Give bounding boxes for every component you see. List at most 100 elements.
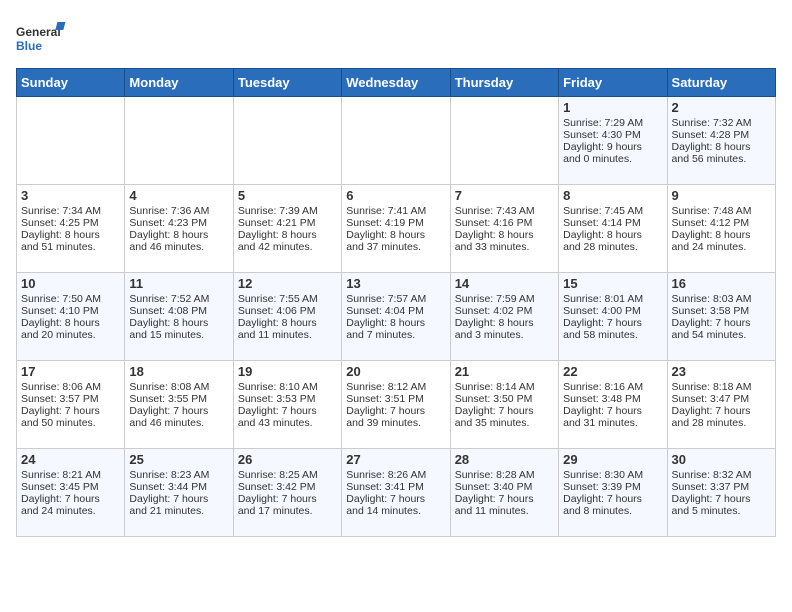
day-info-line: Sunrise: 7:29 AM	[563, 117, 662, 129]
calendar-cell: 3Sunrise: 7:34 AMSunset: 4:25 PMDaylight…	[17, 185, 125, 273]
day-number: 7	[455, 188, 554, 203]
day-info-line: Sunrise: 8:18 AM	[672, 381, 771, 393]
day-info-line: and 5 minutes.	[672, 505, 771, 517]
day-number: 8	[563, 188, 662, 203]
day-info-line: Sunrise: 7:52 AM	[129, 293, 228, 305]
day-info-line: Daylight: 8 hours	[346, 229, 445, 241]
day-number: 20	[346, 364, 445, 379]
day-info-line: and 21 minutes.	[129, 505, 228, 517]
col-header-wednesday: Wednesday	[342, 69, 450, 97]
calendar-cell: 8Sunrise: 7:45 AMSunset: 4:14 PMDaylight…	[559, 185, 667, 273]
day-info-line: Sunset: 3:44 PM	[129, 481, 228, 493]
day-info-line: Sunset: 4:30 PM	[563, 129, 662, 141]
day-info-line: Sunset: 4:10 PM	[21, 305, 120, 317]
calendar-cell: 12Sunrise: 7:55 AMSunset: 4:06 PMDayligh…	[233, 273, 341, 361]
day-info-line: Daylight: 7 hours	[563, 317, 662, 329]
calendar-cell: 29Sunrise: 8:30 AMSunset: 3:39 PMDayligh…	[559, 449, 667, 537]
calendar-week-row: 10Sunrise: 7:50 AMSunset: 4:10 PMDayligh…	[17, 273, 776, 361]
day-info-line: Sunrise: 7:48 AM	[672, 205, 771, 217]
day-number: 24	[21, 452, 120, 467]
calendar-week-row: 17Sunrise: 8:06 AMSunset: 3:57 PMDayligh…	[17, 361, 776, 449]
day-info-line: Sunset: 3:55 PM	[129, 393, 228, 405]
day-info-line: Sunset: 4:25 PM	[21, 217, 120, 229]
day-info-line: Daylight: 7 hours	[346, 493, 445, 505]
calendar-cell: 28Sunrise: 8:28 AMSunset: 3:40 PMDayligh…	[450, 449, 558, 537]
calendar-cell	[17, 97, 125, 185]
day-info-line: Daylight: 7 hours	[238, 405, 337, 417]
day-info-line: Daylight: 7 hours	[238, 493, 337, 505]
day-info-line: Sunrise: 8:06 AM	[21, 381, 120, 393]
day-number: 22	[563, 364, 662, 379]
day-info-line: Daylight: 8 hours	[563, 229, 662, 241]
day-info-line: Daylight: 7 hours	[455, 405, 554, 417]
day-number: 21	[455, 364, 554, 379]
calendar-cell: 17Sunrise: 8:06 AMSunset: 3:57 PMDayligh…	[17, 361, 125, 449]
day-info-line: Sunset: 3:42 PM	[238, 481, 337, 493]
calendar-cell: 15Sunrise: 8:01 AMSunset: 4:00 PMDayligh…	[559, 273, 667, 361]
day-info-line: Sunrise: 8:23 AM	[129, 469, 228, 481]
day-info-line: and 24 minutes.	[672, 241, 771, 253]
day-number: 11	[129, 276, 228, 291]
day-info-line: Sunset: 3:48 PM	[563, 393, 662, 405]
day-info-line: and 7 minutes.	[346, 329, 445, 341]
day-number: 1	[563, 100, 662, 115]
calendar-table: SundayMondayTuesdayWednesdayThursdayFrid…	[16, 68, 776, 537]
calendar-cell: 19 Sunrise: 8:10 AMSunset: 3:53 PMDayligh…	[233, 361, 341, 449]
col-header-friday: Friday	[559, 69, 667, 97]
day-number: 15	[563, 276, 662, 291]
day-info-line: Daylight: 7 hours	[129, 405, 228, 417]
day-info-line: Sunrise: 8:32 AM	[672, 469, 771, 481]
day-info-line: Sunset: 3:41 PM	[346, 481, 445, 493]
day-info-line: and 39 minutes.	[346, 417, 445, 429]
day-info-line: Sunset: 4:08 PM	[129, 305, 228, 317]
day-info-line: and 56 minutes.	[672, 153, 771, 165]
day-info-line: and 20 minutes.	[21, 329, 120, 341]
day-info-line: Sunrise: 7:34 AM	[21, 205, 120, 217]
day-info-line: Sunrise: 8:14 AM	[455, 381, 554, 393]
day-number: 30	[672, 452, 771, 467]
calendar-cell: 11Sunrise: 7:52 AMSunset: 4:08 PMDayligh…	[125, 273, 233, 361]
day-info-line: Sunset: 4:28 PM	[672, 129, 771, 141]
calendar-cell: 14Sunrise: 7:59 AMSunset: 4:02 PMDayligh…	[450, 273, 558, 361]
calendar-cell	[342, 97, 450, 185]
calendar-header-row: SundayMondayTuesdayWednesdayThursdayFrid…	[17, 69, 776, 97]
day-number: 19	[238, 364, 337, 379]
day-info-line: Daylight: 8 hours	[238, 229, 337, 241]
calendar-cell: 6Sunrise: 7:41 AMSunset: 4:19 PMDaylight…	[342, 185, 450, 273]
day-info-line: Sunrise: 7:45 AM	[563, 205, 662, 217]
day-number: 29	[563, 452, 662, 467]
day-info-line: Daylight: 8 hours	[21, 317, 120, 329]
day-info-line: Sunrise: 7:32 AM	[672, 117, 771, 129]
day-info-line: Sunset: 3:39 PM	[563, 481, 662, 493]
day-info-line: Sunrise: 7:57 AM	[346, 293, 445, 305]
day-number: 13	[346, 276, 445, 291]
day-number: 26	[238, 452, 337, 467]
day-info-line: Sunset: 4:21 PM	[238, 217, 337, 229]
day-number: 2	[672, 100, 771, 115]
day-info-line: Sunrise: 7:59 AM	[455, 293, 554, 305]
calendar-cell: 4Sunrise: 7:36 AMSunset: 4:23 PMDaylight…	[125, 185, 233, 273]
calendar-cell: 26Sunrise: 8:25 AMSunset: 3:42 PMDayligh…	[233, 449, 341, 537]
calendar-cell	[450, 97, 558, 185]
day-info-line: Sunset: 3:58 PM	[672, 305, 771, 317]
day-info-line: Sunrise: 8:30 AM	[563, 469, 662, 481]
day-info-line: and 58 minutes.	[563, 329, 662, 341]
day-info-line: Sunrise: 8:12 AM	[346, 381, 445, 393]
day-info-line: and 46 minutes.	[129, 417, 228, 429]
calendar-cell: 27Sunrise: 8:26 AMSunset: 3:41 PMDayligh…	[342, 449, 450, 537]
day-info-line: and 46 minutes.	[129, 241, 228, 253]
day-info-line: Daylight: 8 hours	[21, 229, 120, 241]
day-info-line: and 43 minutes.	[238, 417, 337, 429]
day-info-line: Daylight: 8 hours	[455, 229, 554, 241]
calendar-week-row: 3Sunrise: 7:34 AMSunset: 4:25 PMDaylight…	[17, 185, 776, 273]
day-info-line: Sunset: 3:37 PM	[672, 481, 771, 493]
day-info-line: Daylight: 8 hours	[672, 229, 771, 241]
header: General Blue	[16, 16, 776, 60]
day-number: 17	[21, 364, 120, 379]
day-info-line: Daylight: 7 hours	[563, 405, 662, 417]
day-info-line: Sunset: 3:53 PM	[238, 393, 337, 405]
calendar-cell: 23Sunrise: 8:18 AMSunset: 3:47 PMDayligh…	[667, 361, 775, 449]
day-info-line: and 54 minutes.	[672, 329, 771, 341]
day-info-line: Daylight: 7 hours	[672, 405, 771, 417]
day-info-line: Sunrise: 8:10 AM	[238, 381, 337, 393]
